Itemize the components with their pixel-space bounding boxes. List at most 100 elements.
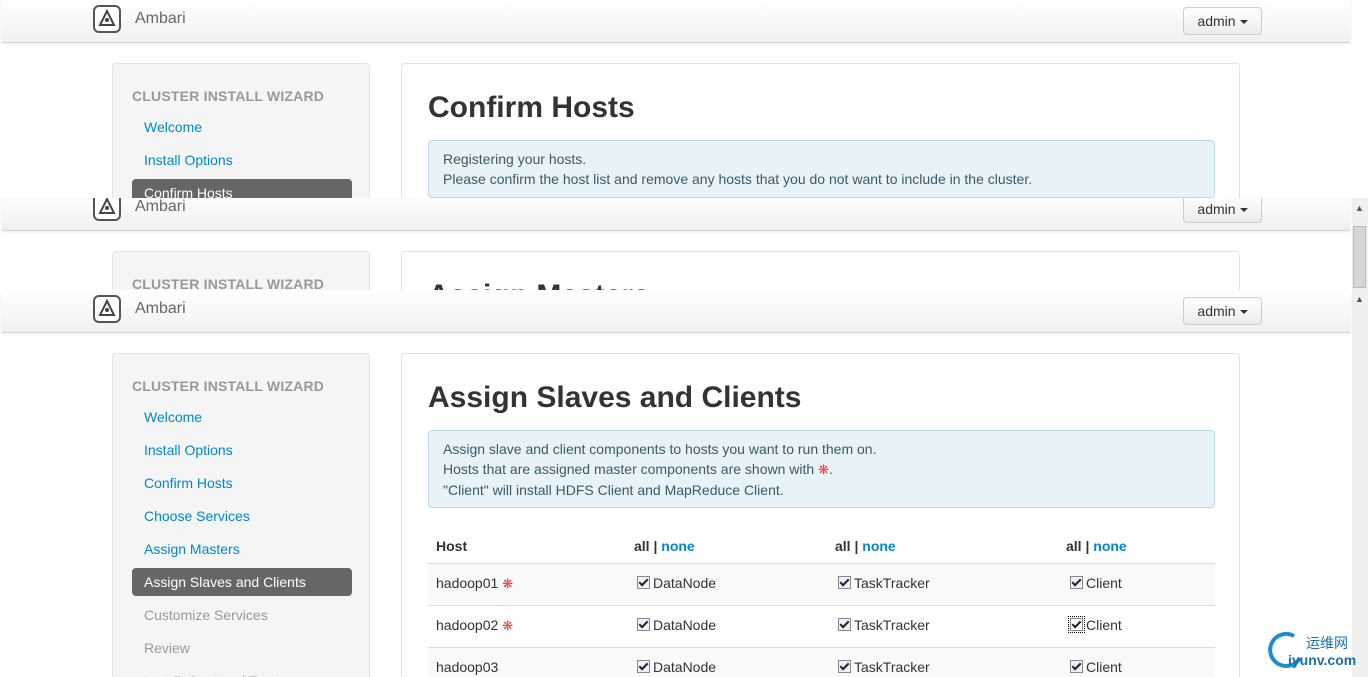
table-row: hadoop01 ❋ DataNode TaskTracker Client: [428, 563, 1215, 606]
ambari-logo-icon[interactable]: [93, 295, 121, 323]
sidebar-item-confirm-hosts[interactable]: Confirm Hosts: [132, 179, 352, 198]
checkbox-checked-icon[interactable]: [838, 618, 851, 631]
watermark-logo: 运维网 iyunv.com: [1266, 630, 1366, 672]
host-name: hadoop01: [436, 575, 499, 591]
separator: |: [1085, 538, 1090, 554]
sidebar-item-assign-slaves[interactable]: Assign Slaves and Clients: [132, 568, 352, 596]
brand-name[interactable]: Ambari: [135, 300, 186, 318]
tasktracker-cell[interactable]: TaskTracker: [838, 659, 930, 675]
checkbox-label: TaskTracker: [854, 575, 930, 591]
info-alert: Assign slave and client components to ho…: [428, 430, 1215, 508]
select-none-link[interactable]: none: [862, 538, 895, 554]
alert-line: Hosts that are assigned master component…: [443, 459, 1200, 480]
alert-line: Please confirm the host list and remove …: [443, 171, 1033, 187]
datanode-cell[interactable]: DataNode: [637, 575, 716, 591]
separator: |: [653, 538, 658, 554]
brand-name[interactable]: Ambari: [135, 10, 186, 28]
asterisk-icon: ❋: [818, 462, 829, 477]
datanode-cell[interactable]: DataNode: [637, 659, 716, 675]
select-none-link[interactable]: none: [661, 538, 694, 554]
asterisk-icon: ❋: [502, 618, 514, 633]
tasktracker-cell[interactable]: TaskTracker: [838, 575, 930, 591]
sidebar-item-choose-services[interactable]: Choose Services: [132, 502, 352, 530]
scroll-up-arrow-icon[interactable]: ▲: [1355, 203, 1364, 213]
scrollbar-thumb[interactable]: [1353, 226, 1366, 288]
screenshot-panel-assign-slaves: Ambari admin CLUSTER INSTALL WIZARD Welc…: [0, 290, 1352, 677]
column-header-client: all | none: [1066, 538, 1127, 554]
caret-down-icon: [1239, 208, 1248, 213]
sidebar-title: CLUSTER INSTALL WIZARD: [132, 88, 325, 104]
sidebar-item-customize-services: Customize Services: [144, 607, 268, 623]
checkbox-checked-icon[interactable]: [1070, 660, 1083, 673]
user-menu-button[interactable]: admin: [1183, 7, 1262, 35]
select-none-link[interactable]: none: [1093, 538, 1126, 554]
main-content: Assign Masters: [401, 251, 1240, 290]
top-navbar: Ambari admin: [2, 290, 1350, 333]
table-row: hadoop02 ❋ DataNode TaskTracker Client: [428, 605, 1215, 648]
checkbox-label: Client: [1086, 575, 1122, 591]
checkbox-label: DataNode: [653, 575, 717, 591]
client-cell[interactable]: Client: [1070, 575, 1122, 591]
ambari-logo-icon[interactable]: [93, 198, 121, 221]
tasktracker-cell[interactable]: TaskTracker: [838, 617, 930, 633]
info-alert: Registering your hosts. Please confirm t…: [428, 140, 1215, 198]
top-navbar: Ambari admin: [2, 198, 1350, 231]
page-title: Assign Slaves and Clients: [428, 381, 802, 414]
datanode-cell[interactable]: DataNode: [637, 617, 716, 633]
screenshot-panel-assign-masters: Ambari admin CLUSTER INSTALL WIZARD Assi…: [0, 198, 1352, 290]
sidebar-item-review: Review: [144, 640, 190, 656]
select-all-link[interactable]: all: [1066, 538, 1082, 554]
column-header-host: Host: [436, 538, 468, 554]
checkbox-label: TaskTracker: [854, 617, 930, 633]
host-cell: hadoop01 ❋: [436, 575, 513, 592]
slaves-clients-table: Host all | none all | none all | none ha…: [428, 538, 1215, 677]
column-header-datanode: all | none: [634, 538, 695, 554]
client-cell[interactable]: Client: [1070, 659, 1122, 675]
separator: |: [854, 538, 859, 554]
select-all-link[interactable]: all: [634, 538, 650, 554]
checkbox-checked-icon[interactable]: [1068, 616, 1085, 633]
checkbox-checked-icon[interactable]: [637, 618, 650, 631]
brand-name[interactable]: Ambari: [135, 198, 186, 216]
checkbox-checked-icon[interactable]: [637, 660, 650, 673]
sidebar-item-welcome[interactable]: Welcome: [132, 403, 352, 431]
watermark-text-domain: iyunv.com: [1288, 652, 1357, 668]
alert-line: Assign slave and client components to ho…: [443, 441, 877, 457]
host-cell: hadoop03: [436, 659, 498, 675]
caret-down-icon: [1239, 20, 1248, 25]
page-title: Assign Masters: [428, 279, 650, 290]
caret-down-icon: [1239, 310, 1248, 315]
user-menu-label: admin: [1197, 303, 1236, 319]
watermark-text-cn: 运维网: [1306, 636, 1348, 652]
ambari-logo-icon[interactable]: [93, 5, 121, 33]
scroll-up-arrow-icon[interactable]: ▲: [1355, 294, 1364, 304]
sidebar-item-install-options[interactable]: Install Options: [132, 436, 352, 464]
wizard-sidebar: CLUSTER INSTALL WIZARD: [112, 251, 370, 290]
checkbox-checked-icon[interactable]: [838, 576, 851, 589]
checkbox-checked-icon[interactable]: [637, 576, 650, 589]
checkbox-label: DataNode: [653, 617, 717, 633]
table-row: hadoop03 DataNode TaskTracker Client: [428, 647, 1215, 677]
wizard-sidebar: CLUSTER INSTALL WIZARD Welcome Install O…: [112, 63, 370, 198]
sidebar-item-welcome[interactable]: Welcome: [132, 113, 352, 141]
client-cell[interactable]: Client: [1068, 616, 1122, 633]
sidebar-item-confirm-hosts[interactable]: Confirm Hosts: [132, 469, 352, 497]
sidebar-item-install-options[interactable]: Install Options: [132, 146, 352, 174]
user-menu-button[interactable]: admin: [1183, 297, 1262, 325]
top-navbar: Ambari admin: [2, 0, 1350, 43]
host-name: hadoop03: [436, 659, 499, 675]
select-all-link[interactable]: all: [835, 538, 851, 554]
host-name: hadoop02: [436, 617, 499, 633]
user-menu-label: admin: [1197, 13, 1236, 29]
checkbox-checked-icon[interactable]: [838, 660, 851, 673]
sidebar-item-assign-masters[interactable]: Assign Masters: [132, 535, 352, 563]
user-menu-button[interactable]: admin: [1183, 198, 1262, 223]
checkbox-label: TaskTracker: [854, 659, 930, 675]
alert-text: .: [828, 461, 833, 477]
sidebar-title: CLUSTER INSTALL WIZARD: [132, 378, 325, 394]
checkbox-checked-icon[interactable]: [1070, 576, 1083, 589]
wizard-sidebar: CLUSTER INSTALL WIZARD Welcome Install O…: [112, 353, 370, 677]
main-content: Confirm Hosts Registering your hosts. Pl…: [401, 63, 1240, 198]
page-title: Confirm Hosts: [428, 91, 635, 124]
host-cell: hadoop02 ❋: [436, 617, 513, 634]
